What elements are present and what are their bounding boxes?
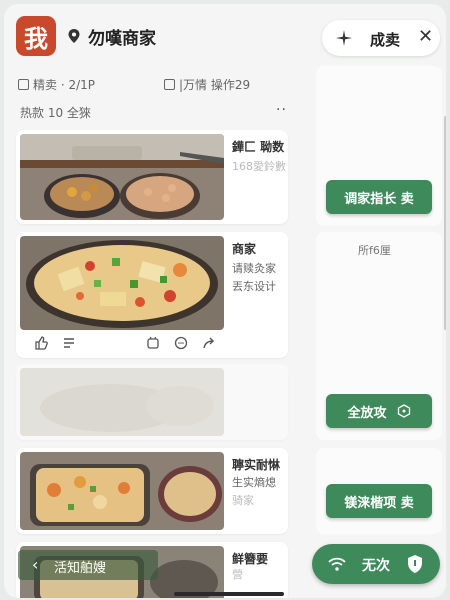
- thumbs-up-icon[interactable]: [34, 336, 48, 350]
- sparkle-icon: [336, 30, 352, 46]
- pill-label: 成卖: [370, 31, 401, 49]
- app-logo[interactable]: 我: [16, 16, 56, 56]
- hexagon-icon: [397, 404, 410, 418]
- panel-note: 所f6厘: [358, 244, 391, 257]
- header: 我 勿嘆商家 成卖 ✕: [4, 4, 446, 66]
- app-window: 我 勿嘆商家 成卖 ✕ 精卖 · 2/1P |万情 操作29 热款 10 全猍 …: [4, 4, 446, 598]
- wifi-icon: [328, 557, 346, 571]
- food-thumbnail: [20, 452, 224, 530]
- meta-right: |万情 操作29: [164, 76, 250, 93]
- food-thumbnail: [20, 134, 224, 220]
- top-action-pill[interactable]: 成卖 ✕: [322, 20, 440, 56]
- comment-icon[interactable]: [174, 336, 188, 350]
- list-item[interactable]: 鏵匚 聈数 168愛鈴數: [16, 130, 288, 224]
- card-title: 聹实耐惏: [232, 458, 281, 472]
- meta-left: 精卖 · 2/1P: [18, 76, 95, 93]
- home-indicator[interactable]: [174, 592, 284, 596]
- list-item[interactable]: 商家 请赎灸家 丟东设计: [16, 232, 288, 358]
- card-subtitle: 生实熵熄: [232, 476, 276, 489]
- right-panel-2: 所f6厘 全放攻: [316, 232, 442, 440]
- card-subtitle: 请赎灸家: [232, 262, 276, 275]
- promo-button-1[interactable]: 调家指长 卖: [326, 180, 432, 214]
- bottom-action-pill[interactable]: 无次: [312, 544, 440, 584]
- bag-icon: [164, 79, 175, 90]
- section-title: 热款 10 全猍: [20, 106, 91, 120]
- promo-button-2-label: 全放攻: [347, 405, 387, 421]
- meta-right-text: |万情 操作29: [179, 78, 251, 92]
- box-icon[interactable]: [146, 336, 160, 350]
- card-subtitle-2: 骑家: [232, 494, 254, 507]
- card-title: 鏵匚 聈数: [232, 140, 285, 154]
- card-actions: [20, 334, 224, 354]
- scrollbar[interactable]: [444, 116, 446, 330]
- card-subtitle: 營: [232, 568, 243, 581]
- share-icon[interactable]: [202, 336, 216, 350]
- list-icon[interactable]: [62, 336, 76, 350]
- location-pin-icon: [68, 29, 80, 43]
- list-item[interactable]: [16, 364, 288, 440]
- right-panel-3: 镁涞楷项 卖: [316, 448, 442, 534]
- close-icon[interactable]: ✕: [418, 26, 433, 47]
- chevron-left-icon: ‹: [32, 555, 39, 574]
- meta-left-text: 精卖 · 2/1P: [33, 78, 95, 92]
- food-thumbnail: [20, 236, 224, 330]
- back-label: 活知舶嫂: [54, 561, 107, 576]
- card-title: 鲜簪要: [232, 552, 269, 566]
- more-options-icon[interactable]: ··: [276, 102, 287, 118]
- card-title: 商家: [232, 242, 257, 256]
- bottom-pill-label: 无次: [362, 558, 390, 574]
- app-title: 勿嘆商家: [88, 29, 156, 49]
- right-panel-1: 调家指长 卖: [316, 66, 442, 226]
- promo-button-2[interactable]: 全放攻: [326, 394, 432, 428]
- shield-icon: [408, 555, 422, 573]
- promo-button-3[interactable]: 镁涞楷项 卖: [326, 484, 432, 518]
- card-subtitle: 168愛鈴數: [232, 160, 286, 173]
- back-button[interactable]: ‹ 活知舶嫂: [18, 550, 158, 580]
- card-subtitle-2: 丟东设计: [232, 280, 276, 293]
- food-thumbnail: [20, 368, 224, 436]
- square-icon: [18, 79, 29, 90]
- list-item[interactable]: 聹实耐惏 生实熵熄 骑家: [16, 448, 288, 534]
